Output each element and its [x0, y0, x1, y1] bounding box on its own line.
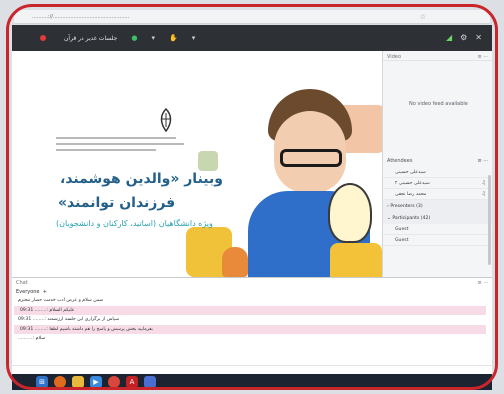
mic-icon: ♫ [481, 191, 486, 197]
record-indicator-icon [40, 35, 46, 41]
meeting-title-bar: جلسات غدیر در قرآن ● ▾ ✋ ▾ ◢ ⚙ ✕ [12, 25, 492, 51]
attendees-scrollbar[interactable] [488, 175, 491, 265]
chat-tab-everyone[interactable]: Everyone + [12, 287, 492, 296]
child-illustration [222, 247, 248, 277]
chat-panel: Chat ≡ ··· Everyone + ضمن سلام و عرض ادب… [12, 277, 492, 374]
meeting-title: جلسات غدیر در قرآن [64, 34, 118, 42]
browser-address-bar[interactable]: ..........://...........................… [14, 10, 490, 24]
attendee-row[interactable]: سیدعلی حسینی ۲ ♫ [383, 178, 492, 189]
mic-icon: ♫ [481, 180, 486, 186]
mic-icon[interactable]: ● [131, 34, 137, 42]
puzzle-piece [198, 151, 218, 171]
close-icon[interactable]: ✕ [475, 33, 482, 42]
participant-row[interactable]: Guest [383, 224, 492, 235]
presenters-section-toggle[interactable]: › Presenters (3) [383, 200, 492, 212]
slide-text-line [56, 143, 184, 145]
url-text[interactable]: ..........://...........................… [32, 14, 129, 20]
slide-text-line [56, 137, 176, 139]
windows-taskbar: ⊞ ▶ A [12, 374, 492, 390]
add-tab-icon[interactable]: + [41, 289, 47, 295]
shared-slide: وبینار «والدین هوشمند، فرزندان توانمند» … [12, 51, 382, 277]
start-icon[interactable]: ⊞ [36, 376, 48, 388]
signal-icon: ◢ [445, 33, 453, 42]
firefox-icon[interactable] [54, 376, 66, 388]
attendees-panel: Attendees ≡ ··· سیدعلی حسینی سیدعلی حسین… [382, 155, 492, 277]
chat-message: 09:31 ........: بفرمایید بخش پرسش و پاسخ… [14, 325, 486, 334]
chat-title: Chat [16, 280, 28, 286]
pdf-icon[interactable]: A [126, 376, 138, 388]
panel-menu-icon[interactable]: ≡ ··· [477, 54, 488, 60]
attendee-row[interactable]: سیدعلی حسینی [383, 167, 492, 178]
slide-title-line1: وبینار «والدین هوشمند، [60, 171, 223, 187]
media-icon[interactable]: ▶ [90, 376, 102, 388]
panel-menu-icon[interactable]: ≡ ··· [477, 158, 488, 164]
hand-icon[interactable]: ✋ [169, 34, 178, 42]
chat-message: 09:31 ........: علیکم السلام [14, 306, 486, 315]
app-icon[interactable] [144, 376, 156, 388]
university-logo [160, 107, 172, 133]
attendee-row[interactable]: محمد رضا نجفی ♫ [383, 189, 492, 200]
lightbulb-illustration [328, 183, 372, 243]
puzzle-piece [330, 243, 382, 277]
chat-input[interactable] [12, 365, 492, 374]
chat-message: ضمن سلام و عرض ادب خدمت حضار محترم [18, 298, 104, 303]
participants-section-toggle[interactable]: ⌄ Participants (42) [383, 212, 492, 224]
chat-message: 09:31 ........: سپاس از برگزاری این جلسه… [18, 317, 120, 322]
video-panel-title: Video [387, 54, 402, 60]
chat-message: ..........: سلام [18, 336, 46, 341]
video-panel-header: Video ≡ ··· [383, 51, 492, 61]
slide-subtitle: ویژه دانشگاهیان (اساتید، کارکنان و دانشج… [56, 219, 213, 228]
camera-icon[interactable]: ▾ [151, 34, 155, 42]
no-video-message: No video feed available [409, 101, 468, 107]
boy-glasses [280, 149, 342, 167]
attendees-title: Attendees [387, 158, 413, 164]
chat-header: Chat ≡ ··· [12, 278, 492, 287]
panel-menu-icon[interactable]: ≡ ··· [477, 280, 488, 286]
participant-row[interactable]: Guest [383, 235, 492, 246]
video-panel: Video ≡ ··· No video feed available [382, 51, 492, 155]
chrome-icon[interactable] [108, 376, 120, 388]
gear-icon[interactable]: ⚙ [460, 33, 467, 42]
slide-title-line2: فرزندان توانمند» [58, 195, 176, 211]
folder-icon[interactable] [72, 376, 84, 388]
more-menu-icon[interactable]: ▾ [192, 34, 196, 42]
slide-text-line [56, 149, 156, 151]
star-icon[interactable]: ☆ [420, 13, 426, 21]
attendees-header: Attendees ≡ ··· [383, 155, 492, 167]
